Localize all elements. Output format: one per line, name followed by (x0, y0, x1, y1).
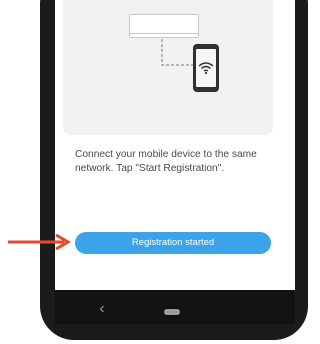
wifi-icon (198, 62, 214, 75)
instructions-text: Connect your mobile device to the same n… (75, 149, 257, 174)
registration-started-button[interactable]: Registration started (75, 232, 271, 254)
mobile-device-icon (193, 44, 219, 92)
mobile-device-screen (196, 49, 216, 87)
home-icon[interactable] (164, 309, 180, 315)
air-conditioner-vent (130, 33, 198, 37)
back-icon[interactable] (98, 305, 106, 313)
arrow-pointer-icon (8, 233, 71, 251)
navigation-bar (55, 290, 295, 324)
